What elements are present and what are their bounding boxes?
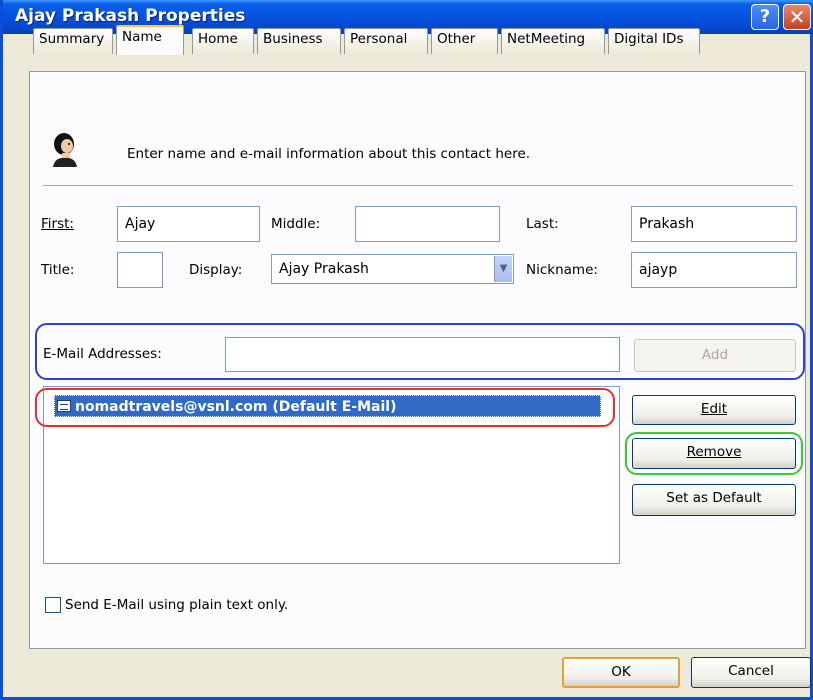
title-label: Title: [41,262,75,278]
tab-netmeeting[interactable]: NetMeeting [501,28,605,54]
set-as-default-button[interactable]: Set as Default [632,484,796,516]
middle-label: Middle: [271,216,321,232]
first-label: First: [41,216,74,232]
remove-button[interactable]: Remove [632,438,796,469]
email-addresses-label: E-Mail Addresses: [43,346,162,362]
window-title: Ajay Prakash Properties [15,6,246,26]
display-label: Display: [189,262,243,278]
instruction-text: Enter name and e-mail information about … [127,146,531,162]
properties-dialog: Ajay Prakash Properties ? ✕ Summary Name… [0,0,813,700]
last-label: Last: [526,216,559,232]
nickname-field[interactable]: ajayp [631,252,797,288]
last-name-field[interactable]: Prakash [631,206,797,242]
tab-digital-ids[interactable]: Digital IDs [608,28,700,54]
tab-business[interactable]: Business [257,28,341,54]
plain-text-checkbox[interactable] [45,597,61,613]
tab-name[interactable]: Name [116,25,184,55]
chevron-down-icon[interactable]: ▼ [494,256,512,282]
help-button[interactable]: ? [751,4,779,30]
edit-button-label: Edit [700,401,728,417]
header-divider [43,185,793,186]
title-field[interactable] [117,252,163,288]
cancel-button[interactable]: Cancel [691,657,811,688]
middle-name-field[interactable] [355,206,500,242]
tab-other[interactable]: Other [431,28,498,54]
plain-text-label: Send E-Mail using plain text only. [65,597,289,613]
edit-button[interactable]: Edit [632,395,796,425]
add-button[interactable]: Add [634,339,796,372]
remove-button-label: Remove [686,444,742,460]
tab-personal[interactable]: Personal [344,28,428,54]
default-email-highlight [35,388,615,427]
nickname-label: Nickname: [526,262,598,278]
ok-button[interactable]: OK [562,657,680,688]
tab-summary[interactable]: Summary [33,28,113,54]
first-label-text: First: [41,216,74,232]
close-button[interactable]: ✕ [783,4,811,30]
display-value: Ajay Prakash [279,261,369,277]
first-name-field[interactable]: Ajay [117,206,260,242]
contact-person-icon [53,133,77,167]
email-address-input[interactable] [225,337,620,372]
display-dropdown[interactable]: Ajay Prakash ▼ [271,254,514,284]
tab-home[interactable]: Home [192,28,254,54]
